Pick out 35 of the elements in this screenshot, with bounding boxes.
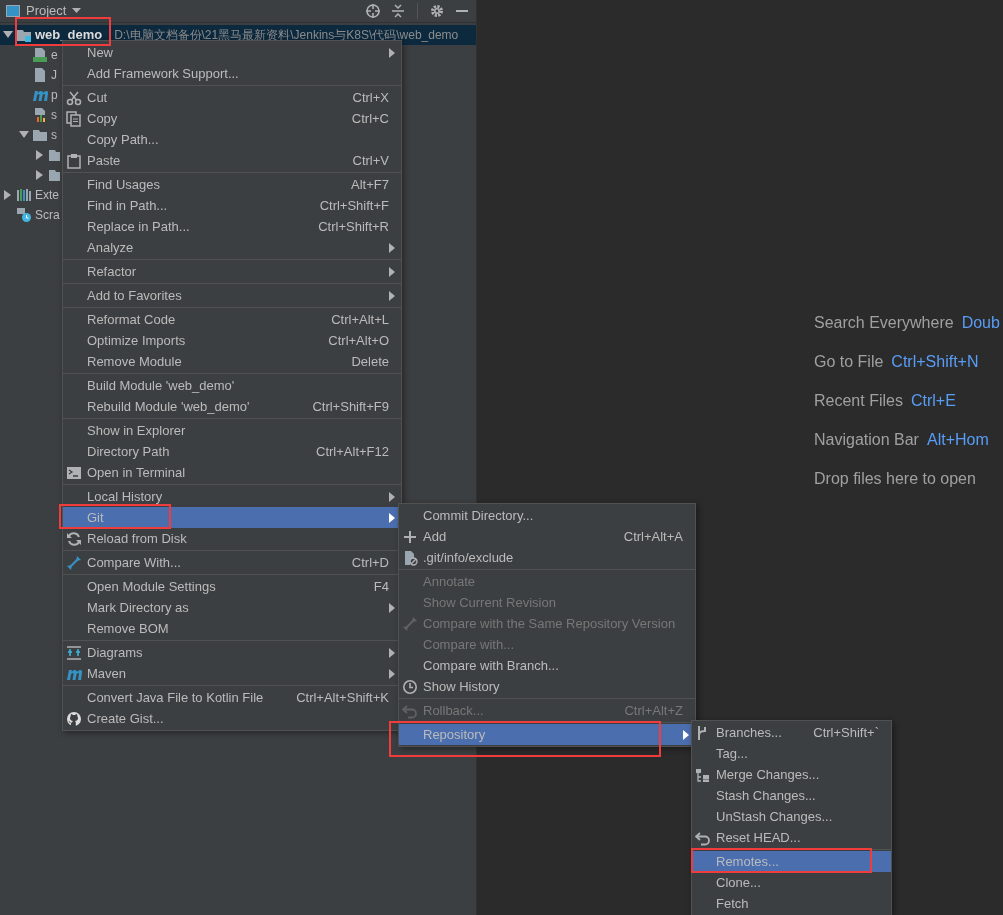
tree-label: web_demo [35, 26, 103, 45]
hint-text: Go to File [814, 351, 884, 372]
shortcut-text: Ctrl+Alt+F12 [316, 442, 389, 461]
shortcut-text: Doub [961, 312, 1000, 333]
hint-text: Recent Files [814, 390, 903, 411]
shortcut-text: Ctrl+Alt+Shift+K [296, 688, 389, 707]
tree-label: Scra [35, 207, 60, 224]
tree-label: Exte [35, 187, 59, 204]
shortcut-text: Ctrl+Shift+F [319, 196, 389, 215]
shortcut-text: Ctrl+Shift+N [891, 351, 979, 372]
shortcut-text: Ctrl+Shift+F9 [312, 397, 389, 416]
hint-text: Drop files here to open [814, 468, 976, 489]
shortcut-text: Ctrl+Alt+A [623, 527, 683, 546]
shortcut-text: Ctrl+V [352, 151, 389, 170]
tree-label: J [51, 67, 57, 84]
tree-label: s [51, 127, 57, 144]
shortcut-text: F4 [373, 577, 389, 596]
shortcut-text: Alt+F7 [351, 175, 389, 194]
shortcut-text: Alt+Hom [926, 429, 989, 450]
path-text: D:\电脑文档备份\21黑马最新资料\Jenkins与K8S\代码\web_demo [114, 27, 459, 44]
shortcut-text: Ctrl+C [351, 109, 389, 128]
hint-text: Search Everywhere [814, 312, 954, 333]
shortcut-text: Ctrl+Alt+Z [624, 701, 683, 720]
hint-text: Navigation Bar [814, 429, 919, 450]
shortcut-text: Ctrl+X [352, 88, 389, 107]
shortcut-text: Ctrl+Alt+L [331, 310, 389, 329]
shortcut-text: Ctrl+Shift+` [813, 723, 879, 742]
tree-label: e [51, 47, 58, 64]
shortcut-text: Ctrl+Shift+R [318, 217, 389, 236]
shortcut-text: Ctrl+E [910, 390, 956, 411]
shortcut-text: Delete [351, 352, 389, 371]
shortcut-text: Ctrl+Alt+O [328, 331, 389, 350]
shortcut-text: Ctrl+D [351, 553, 389, 572]
tree-label: s [51, 107, 57, 124]
tree-label: p [51, 87, 58, 104]
